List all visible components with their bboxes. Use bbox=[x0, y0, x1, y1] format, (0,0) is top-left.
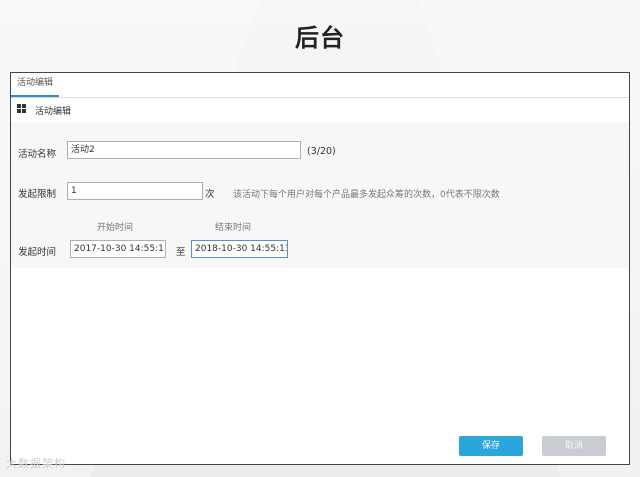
end-time-input[interactable]: 2018-10-30 14:55:13 bbox=[191, 240, 288, 258]
panel-title: 活动编辑 bbox=[35, 107, 72, 117]
limit-hint: 该活动下每个用户对每个产品最多发起众筹的次数，0代表不限次数 bbox=[233, 190, 500, 200]
to-separator: 至 bbox=[176, 247, 186, 258]
start-time-header: 开始时间 bbox=[97, 223, 134, 233]
slide-title: 后台 bbox=[295, 24, 345, 52]
name-input[interactable]: 活动2 bbox=[67, 141, 301, 159]
limit-label: 发起限制 bbox=[18, 189, 57, 200]
start-time-input[interactable]: 2017-10-30 14:55:11 bbox=[70, 240, 166, 258]
activity-form-panel: 活动编辑 活动名称 活动2 (3/20) 发起限制 1 次 该活动下每个用户对每… bbox=[11, 98, 629, 268]
limit-unit: 次 bbox=[205, 189, 215, 200]
limit-input[interactable]: 1 bbox=[67, 182, 203, 200]
time-label: 发起时间 bbox=[18, 247, 57, 258]
save-button[interactable]: 保存 bbox=[459, 436, 523, 456]
grid-icon bbox=[17, 104, 26, 113]
name-counter: (3/20) bbox=[307, 146, 336, 157]
end-time-header: 结束时间 bbox=[215, 223, 252, 233]
name-label: 活动名称 bbox=[18, 149, 57, 160]
watermark: 大数据架构 bbox=[6, 457, 66, 470]
cancel-button[interactable]: 取消 bbox=[542, 436, 606, 456]
tab-bar: 活动编辑 bbox=[11, 73, 629, 98]
panel-header: 活动编辑 bbox=[11, 98, 629, 122]
editor-window: 活动编辑 活动编辑 活动名称 活动2 (3/20) 发起限制 1 次 该活动下每… bbox=[10, 72, 630, 465]
tab-activity-edit[interactable]: 活动编辑 bbox=[11, 73, 60, 97]
